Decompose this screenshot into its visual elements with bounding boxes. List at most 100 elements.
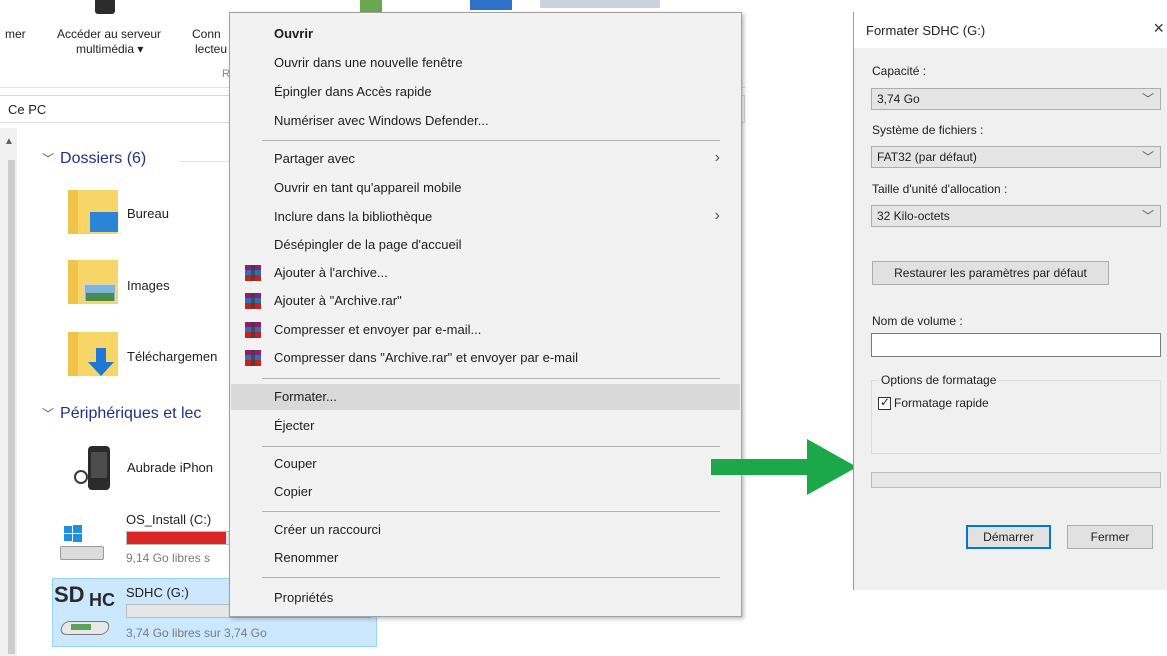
menu-item-add-to-archive[interactable]: Ajouter à l'archive... <box>231 260 740 286</box>
menu-item-label: Ouvrir en tant qu'appareil mobile <box>274 180 462 195</box>
desktop-folder-icon <box>68 190 118 234</box>
vertical-scrollbar[interactable]: ▲ <box>0 128 17 656</box>
sdhc-logo-icon: SD HC <box>53 582 123 612</box>
menu-item-compress-email[interactable]: Compresser et envoyer par e-mail... <box>231 317 740 343</box>
folder-label: Images <box>127 278 170 293</box>
section-divider <box>180 161 230 162</box>
menu-item-open-new-window[interactable]: Ouvrir dans une nouvelle fenêtre <box>231 50 740 76</box>
folders-section-header[interactable]: ﹀ Dossiers (6) <box>42 150 146 168</box>
menu-item-label: Compresser dans "Archive.rar" et envoyer… <box>274 350 579 365</box>
menu-item-label: Ajouter à l'archive... <box>274 265 388 280</box>
ribbon-partial-button-label[interactable]: mer <box>5 26 26 42</box>
menu-item-compress-rar-email[interactable]: Compresser dans "Archive.rar" et envoyer… <box>231 345 740 371</box>
menu-item-label: Éjecter <box>274 418 315 433</box>
address-path: Ce PC <box>8 102 47 117</box>
format-options-group: Options de formatage ✓ Formatage rapide <box>871 373 1161 454</box>
devices-heading: Périphériques et lec <box>60 405 202 422</box>
folders-heading: Dossiers (6) <box>60 150 147 167</box>
restore-defaults-button[interactable]: Restaurer les paramètres par défaut <box>872 261 1109 285</box>
chevron-right-icon: › <box>714 207 720 224</box>
menu-item-copy[interactable]: Copier <box>231 479 740 505</box>
pictures-folder-icon <box>68 260 118 304</box>
close-icon[interactable]: × <box>1153 18 1164 39</box>
drive-usage-bar <box>126 531 236 545</box>
menu-item-open[interactable]: Ouvrir <box>231 21 740 47</box>
capacity-value: 3,74 Go <box>877 92 920 106</box>
start-button[interactable]: Démarrer <box>966 525 1051 549</box>
chevron-down-icon: ﹀ <box>1141 92 1154 106</box>
folder-item-downloads[interactable]: Téléchargemen <box>60 326 232 384</box>
menu-item-label: Formater... <box>274 389 337 404</box>
quick-format-checkbox[interactable]: ✓ <box>878 395 891 410</box>
winrar-icon <box>245 265 261 281</box>
menu-item-share-with[interactable]: Partager avec › <box>231 146 740 172</box>
connect-drive-label-line1: Conn <box>192 27 221 41</box>
filesystem-label: Système de fichiers : <box>872 123 984 137</box>
menu-item-label: Partager avec <box>274 151 355 166</box>
volume-name-input[interactable] <box>871 333 1161 357</box>
menu-item-label: Épingler dans Accès rapide <box>274 84 432 99</box>
format-progress-bar <box>871 472 1161 488</box>
media-server-button[interactable]: Accéder au serveur multimédia ▾ <box>57 26 187 60</box>
menu-item-format[interactable]: Formater... <box>231 384 740 410</box>
menu-item-create-shortcut[interactable]: Créer un raccourci <box>231 517 740 543</box>
menu-item-label: Ajouter à "Archive.rar" <box>274 293 402 308</box>
sd-logo-text: SD <box>54 582 85 607</box>
ribbon-partial-icon <box>95 0 115 14</box>
menu-item-include-in-library[interactable]: Inclure dans la bibliothèque › <box>231 204 740 230</box>
menu-item-rename[interactable]: Renommer <box>231 545 740 571</box>
menu-item-cut[interactable]: Couper <box>231 451 740 477</box>
chevron-down-icon: ﹀ <box>42 152 55 166</box>
quick-format-label[interactable]: Formatage rapide <box>894 396 989 410</box>
menu-separator <box>262 378 720 379</box>
filesystem-value: FAT32 (par défaut) <box>877 150 977 164</box>
connect-drive-button[interactable]: Conn lecteu <box>192 26 232 60</box>
scroll-up-icon[interactable]: ▲ <box>4 136 14 147</box>
hc-logo-text: HC <box>89 590 115 610</box>
media-server-label-line1: Accéder au serveur <box>57 27 162 41</box>
menu-item-label: Ouvrir <box>274 26 314 41</box>
scrollbar-thumb[interactable] <box>8 160 15 654</box>
folder-item-bureau[interactable]: Bureau <box>60 186 232 242</box>
folder-item-images[interactable]: Images <box>60 256 232 312</box>
context-menu: Ouvrir Ouvrir dans une nouvelle fenêtre … <box>229 12 742 617</box>
menu-item-label: Renommer <box>274 550 339 565</box>
drive-free-space: 3,74 Go libres sur 3,74 Go <box>126 626 267 640</box>
menu-separator <box>262 511 720 512</box>
drive-free-space: 9,14 Go libres s <box>126 551 211 565</box>
menu-separator <box>262 577 720 578</box>
filesystem-select[interactable]: FAT32 (par défaut) ﹀ <box>871 146 1161 168</box>
folder-label: Téléchargemen <box>127 349 218 364</box>
menu-item-label: Propriétés <box>274 590 334 605</box>
chevron-right-icon: › <box>714 149 720 166</box>
menu-item-eject[interactable]: Éjecter <box>231 413 740 439</box>
ribbon-partial-icon <box>470 0 512 10</box>
menu-item-label: Inclure dans la bibliothèque <box>274 209 433 224</box>
winrar-icon <box>245 322 261 338</box>
menu-item-open-as-mobile[interactable]: Ouvrir en tant qu'appareil mobile <box>231 175 740 201</box>
phone-icon <box>74 446 110 492</box>
winrar-icon <box>245 293 261 309</box>
checkmark-icon: ✓ <box>880 395 891 409</box>
device-label: Aubrade iPhon <box>127 460 214 475</box>
menu-item-unpin-start[interactable]: Désépingler de la page d'accueil <box>231 232 740 258</box>
green-arrow-icon <box>711 439 857 495</box>
menu-item-label: Compresser et envoyer par e-mail... <box>274 322 482 337</box>
drive-item-c[interactable]: OS_Install (C:) 9,14 Go libres s <box>52 506 236 572</box>
menu-item-label: Copier <box>274 484 313 499</box>
capacity-select[interactable]: 3,74 Go ﹀ <box>871 88 1161 110</box>
allocation-select[interactable]: 32 Kilo-octets ﹀ <box>871 205 1161 227</box>
devices-section-header[interactable]: ﹀ Périphériques et lec <box>42 405 201 423</box>
menu-item-label: Numériser avec Windows Defender... <box>274 113 489 128</box>
menu-item-scan-defender[interactable]: Numériser avec Windows Defender... <box>231 108 740 134</box>
device-item-iphone[interactable]: Aubrade iPhon <box>60 440 232 500</box>
drive-label: SDHC (G:) <box>126 585 189 600</box>
drive-label: OS_Install (C:) <box>126 512 212 527</box>
menu-item-add-to-archive-rar[interactable]: Ajouter à "Archive.rar" <box>231 288 740 314</box>
close-button[interactable]: Fermer <box>1067 525 1153 549</box>
windows-drive-icon <box>58 522 106 566</box>
downloads-folder-icon <box>68 332 118 376</box>
menu-item-properties[interactable]: Propriétés <box>231 585 740 611</box>
chevron-down-icon: ﹀ <box>1141 209 1154 223</box>
menu-item-pin-quick-access[interactable]: Épingler dans Accès rapide <box>231 79 740 105</box>
